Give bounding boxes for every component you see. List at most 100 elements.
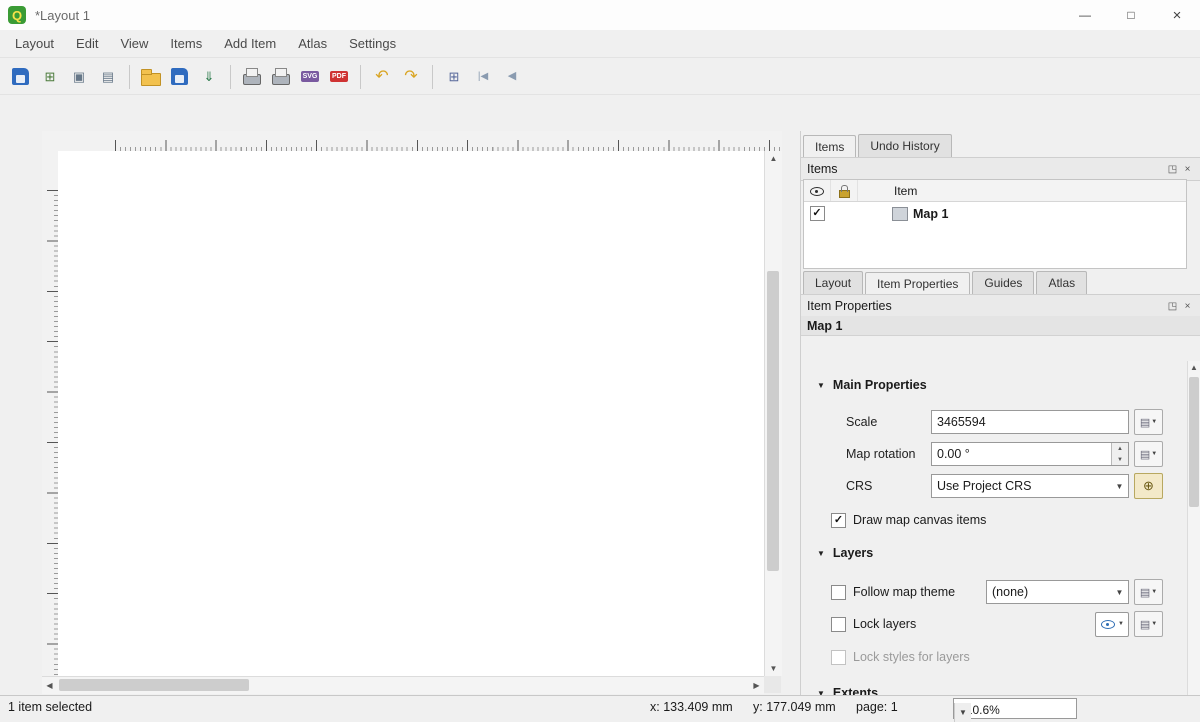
page-indicator: page: 1	[856, 700, 898, 714]
export-pdf-button-icon: PDF	[330, 71, 348, 82]
tab-items[interactable]: Items	[803, 135, 856, 158]
item-label: Map 1	[913, 207, 948, 221]
table-row[interactable]: Map 1	[804, 202, 1186, 225]
lock-styles-label: Lock styles for layers	[853, 650, 970, 664]
print-layout-button[interactable]	[239, 64, 265, 90]
scale-row: Scale 3465594 ▤ ▼	[801, 410, 1188, 434]
vertical-ruler	[42, 151, 59, 676]
previous-feature-button[interactable]: ◀	[499, 64, 525, 90]
menu-settings[interactable]: Settings	[338, 32, 407, 55]
layers-group[interactable]: ▼ Layers	[817, 546, 873, 560]
vertical-scroll-thumb[interactable]	[767, 271, 779, 571]
main-properties-group[interactable]: ▼ Main Properties	[817, 378, 927, 392]
float-panel-icon[interactable]: ◳	[1165, 301, 1180, 312]
menu-items[interactable]: Items	[159, 32, 213, 55]
export-svg-button[interactable]: SVG	[297, 64, 323, 90]
items-table-header: Item	[804, 180, 1186, 202]
collapse-triangle-icon: ▼	[817, 549, 825, 558]
lock-styles-row: Lock styles for layers	[801, 645, 1188, 669]
maximize-button[interactable]: □	[1108, 0, 1154, 30]
spin-down-icon[interactable]: ▼	[1112, 454, 1128, 465]
new-layout-button[interactable]: ⊞	[37, 64, 63, 90]
horizontal-scroll-thumb[interactable]	[59, 679, 249, 691]
save-project-button[interactable]	[167, 64, 193, 90]
tab-undo-history[interactable]: Undo History	[858, 134, 951, 157]
scroll-corner	[764, 676, 781, 693]
scroll-right-arrow[interactable]: ▶	[749, 677, 764, 694]
dropdown-arrow-icon[interactable]: ▼	[954, 703, 971, 722]
selected-item-name: Map 1	[801, 316, 1200, 336]
layer-visibility-button[interactable]: ▼	[1095, 612, 1129, 637]
redo-button[interactable]: ↷	[398, 64, 424, 90]
spin-up-icon[interactable]: ▲	[1112, 443, 1128, 454]
canvas-vertical-scrollbar[interactable]: ▲ ▼	[764, 151, 782, 676]
menu-layout[interactable]: Layout	[4, 32, 65, 55]
scroll-down-arrow[interactable]: ▼	[765, 661, 782, 676]
lock-column-lock-icon	[838, 184, 850, 197]
menu-add-item[interactable]: Add Item	[213, 32, 287, 55]
tab-atlas[interactable]: Atlas	[1036, 271, 1087, 294]
export-image-button[interactable]	[268, 64, 294, 90]
scroll-up-arrow[interactable]: ▲	[765, 151, 782, 166]
scroll-up-arrow[interactable]: ▲	[1188, 361, 1200, 374]
override-icon: ▤	[1140, 448, 1150, 461]
duplicate-layout-button-icon: ▣	[73, 70, 85, 83]
close-button[interactable]: ×	[1154, 0, 1200, 30]
data-defined-override-button[interactable]: ▤ ▼	[1134, 579, 1163, 605]
top-panel-tabs: Items Undo History	[803, 134, 952, 157]
float-panel-icon[interactable]: ◳	[1165, 164, 1180, 175]
map-theme-dropdown[interactable]: (none) ▼	[986, 580, 1129, 604]
close-panel-icon[interactable]: ×	[1180, 301, 1195, 312]
extents-group[interactable]: ▼ Extents	[817, 686, 878, 695]
panel-scroll-thumb[interactable]	[1189, 377, 1199, 507]
duplicate-layout-button[interactable]: ▣	[66, 64, 92, 90]
item-visibility-checkbox[interactable]	[810, 206, 825, 221]
close-panel-icon[interactable]: ×	[1180, 164, 1195, 175]
save-as-template-button[interactable]: ⇓	[196, 64, 222, 90]
canvas-horizontal-scrollbar[interactable]: ◀ ▶	[42, 676, 764, 694]
data-defined-override-button[interactable]: ▤ ▼	[1134, 441, 1163, 467]
follow-map-theme-label: Follow map theme	[853, 585, 955, 599]
items-panel-title: Items	[807, 162, 838, 176]
previous-feature-button-icon: ◀	[508, 71, 516, 82]
save-layout-button[interactable]	[8, 64, 34, 90]
panel-scrollbar[interactable]: ▲	[1187, 361, 1200, 695]
data-defined-override-button[interactable]: ▤ ▼	[1134, 611, 1163, 637]
export-svg-button-icon: SVG	[301, 71, 320, 82]
data-defined-override-button[interactable]: ▤ ▼	[1134, 409, 1163, 435]
layout-manager-button[interactable]: ▤	[95, 64, 121, 90]
map-rotation-spinbox[interactable]: 0.00 ° ▲ ▼	[931, 442, 1129, 466]
crs-dropdown[interactable]: Use Project CRS ▼	[931, 474, 1129, 498]
item-properties-scroll-area: ▼ Main Properties Scale 3465594 ▤ ▼ Map …	[801, 361, 1188, 695]
horizontal-ruler	[42, 131, 782, 152]
first-feature-button[interactable]: |◀	[470, 64, 496, 90]
item-column-header: Item	[894, 184, 917, 198]
menu-atlas[interactable]: Atlas	[287, 32, 338, 55]
open-folder-button[interactable]	[138, 64, 164, 90]
preview-atlas-button[interactable]: ⊞	[441, 64, 467, 90]
lock-layers-checkbox[interactable]	[831, 617, 846, 632]
minimize-button[interactable]: —	[1062, 0, 1108, 30]
layout-canvas[interactable]	[58, 151, 764, 676]
follow-map-theme-checkbox[interactable]	[831, 585, 846, 600]
crs-select-button[interactable]: ⊕	[1134, 473, 1163, 499]
redo-button-icon: ↷	[404, 69, 417, 85]
override-icon: ▤	[1140, 618, 1150, 631]
draw-map-canvas-items-checkbox[interactable]	[831, 513, 846, 528]
scale-input[interactable]: 3465594	[931, 410, 1129, 434]
zoom-level-combo[interactable]: 110.6% ▼	[953, 698, 1077, 719]
lock-styles-checkbox[interactable]	[831, 650, 846, 665]
tab-guides[interactable]: Guides	[972, 271, 1034, 294]
tab-layout[interactable]: Layout	[803, 271, 863, 294]
scroll-left-arrow[interactable]: ◀	[42, 677, 57, 694]
override-icon: ▤	[1140, 586, 1150, 599]
menu-bar: LayoutEditViewItemsAdd ItemAtlasSettings	[0, 30, 1200, 57]
draw-canvas-items-row: Draw map canvas items	[801, 508, 1188, 532]
menu-view[interactable]: View	[109, 32, 159, 55]
tab-item-properties[interactable]: Item Properties	[865, 272, 970, 295]
qgis-layout-window: Q *Layout 1 — □ × LayoutEditViewItemsAdd…	[0, 0, 1200, 719]
undo-button[interactable]: ↶	[369, 64, 395, 90]
item-properties-title: Item Properties	[807, 299, 892, 313]
export-pdf-button[interactable]: PDF	[326, 64, 352, 90]
menu-edit[interactable]: Edit	[65, 32, 109, 55]
